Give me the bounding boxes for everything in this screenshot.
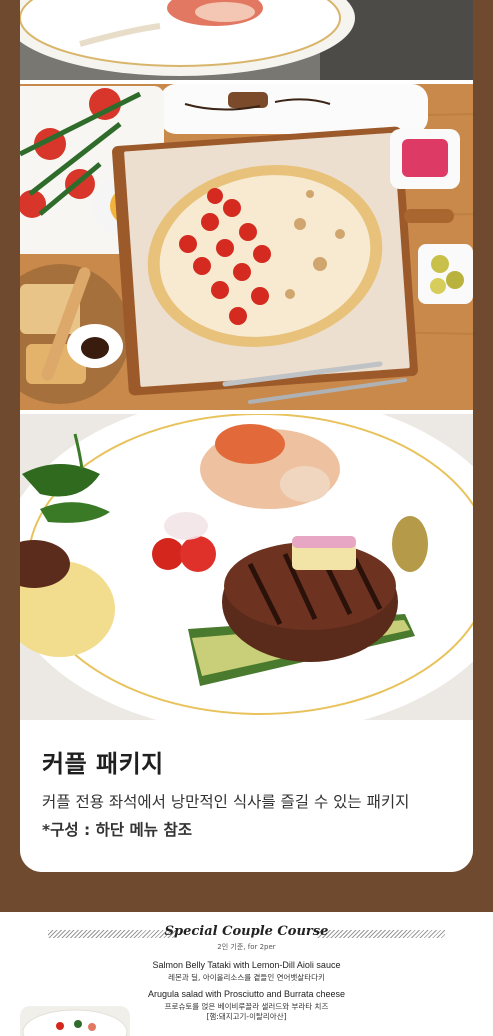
course-subtitle: 2인 기준, for 2per: [217, 943, 276, 951]
menu-item-name: Arugula salad with Prosciutto and Burrat…: [147, 989, 346, 999]
package-note: *구성 : 하단 메뉴 참조: [42, 821, 192, 839]
menu-item-description: 레몬과 딜, 아이올리소스를 곁들인 연어뱃살타다키: [168, 973, 325, 982]
package-title: 커플 패키지: [42, 750, 164, 778]
course-title: Special Couple Course: [164, 924, 329, 939]
package-info: 커플 패키지 커플 전용 좌석에서 낭만적인 식사를 즐길 수 있는 패키지 *…: [20, 720, 473, 872]
course-menu: Special Couple Course 2인 기준, for 2per Sa…: [0, 912, 493, 1036]
food-photo-plate: [20, 0, 473, 80]
food-photo-steak: [20, 414, 473, 720]
menu-thumbnail: [20, 1006, 130, 1036]
menu-item-name: Salmon Belly Tataki with Lemon-Dill Aiol…: [152, 960, 341, 970]
package-card: 커플 패키지 커플 전용 좌석에서 낭만적인 식사를 즐길 수 있는 패키지 *…: [20, 0, 473, 872]
food-photo-pizza: [20, 84, 473, 410]
package-description: 커플 전용 좌석에서 낭만적인 식사를 즐길 수 있는 패키지: [42, 793, 410, 811]
